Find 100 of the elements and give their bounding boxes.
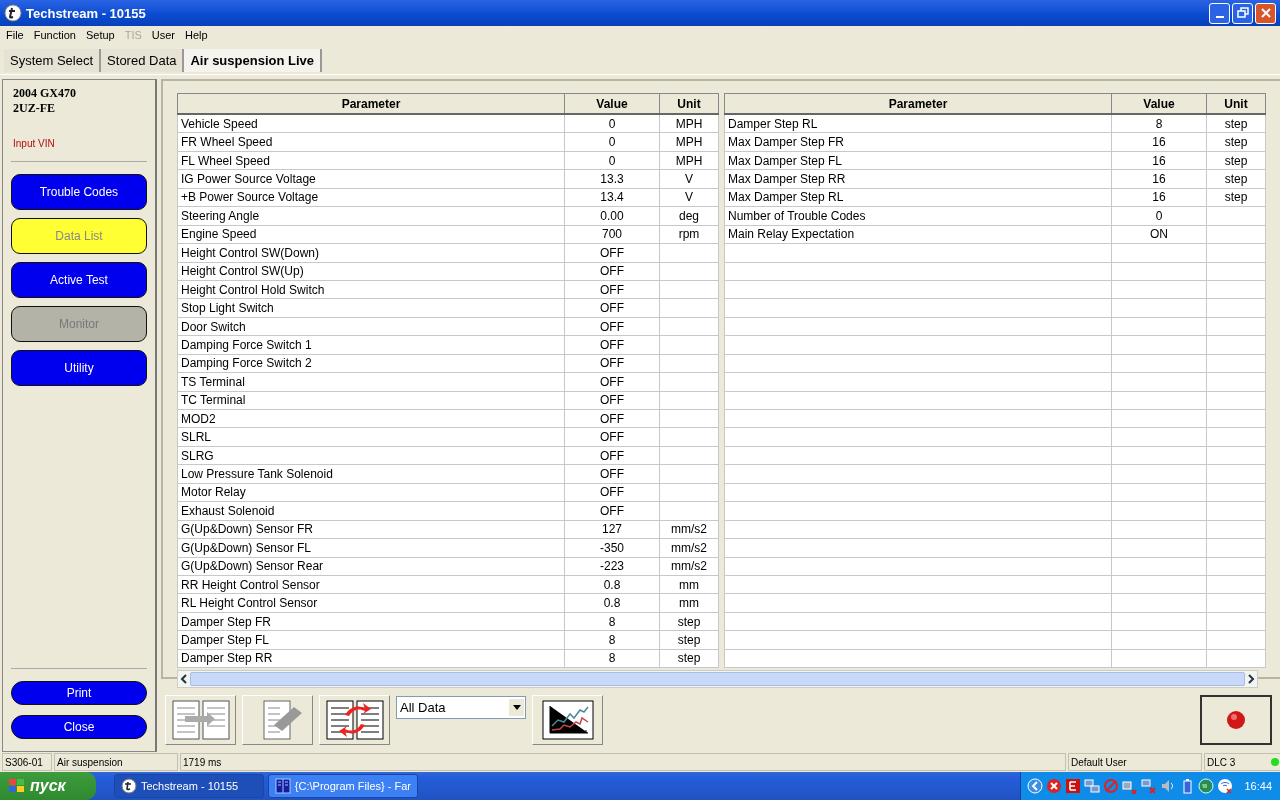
column-header: Parameter (177, 93, 565, 114)
record-icon (1226, 710, 1246, 730)
table-cell: OFF (564, 501, 660, 521)
table-cell: 700 (564, 225, 660, 244)
error-icon[interactable] (1046, 778, 1063, 794)
table-cell: MPH (659, 114, 719, 133)
start-button[interactable]: пуск (0, 772, 96, 800)
column-header: Value (564, 93, 660, 114)
table-cell: IG Power Source Voltage (177, 169, 565, 189)
table-cell: Damper Step RR (177, 649, 565, 668)
collapse-tray-icon[interactable] (1027, 778, 1044, 794)
taskbar-button[interactable]: Techstream - 10155 (114, 774, 264, 798)
table-cell: V (659, 188, 719, 207)
close-button[interactable] (1255, 2, 1276, 24)
table-cell: step (659, 630, 719, 650)
table-cell: step (1206, 151, 1266, 170)
tab[interactable]: Stored Data (101, 49, 185, 72)
table-cell: +B Power Source Voltage (177, 188, 565, 207)
line-chart-icon (541, 700, 594, 740)
table-cell: 16 (1111, 188, 1207, 207)
table-cell: G(Up&Down) Sensor FR (177, 520, 565, 539)
network-icon[interactable] (1141, 778, 1158, 794)
table-cell: 0 (1111, 206, 1207, 226)
table-cell: mm (659, 575, 719, 594)
table-cell: 13.3 (564, 169, 660, 189)
table-cell: step (659, 649, 719, 668)
table-cell: OFF (564, 262, 660, 281)
table-cell: 127 (564, 520, 660, 539)
table-cell: 0.8 (564, 575, 660, 594)
action-button[interactable]: Print (11, 681, 147, 705)
letter-tile-icon[interactable] (1065, 778, 1082, 794)
table-cell: 0.00 (564, 206, 660, 226)
table-cell: 8 (564, 649, 660, 668)
restore-icon (1236, 7, 1249, 19)
action-button[interactable]: Close (11, 715, 147, 739)
nav-button[interactable]: Trouble Codes (11, 174, 147, 210)
record-button[interactable] (1200, 695, 1272, 745)
swap-list-button[interactable] (319, 695, 390, 745)
table-cell: Motor Relay (177, 483, 565, 502)
tab[interactable]: System Select (4, 49, 102, 72)
table-cell: step (1206, 169, 1266, 189)
table-cell: step (1206, 188, 1266, 207)
tab[interactable]: Air suspension Live (184, 49, 322, 72)
data-filter-dropdown[interactable]: All Data (396, 696, 526, 719)
table-cell: rpm (659, 225, 719, 244)
table-cell: FR Wheel Speed (177, 132, 565, 152)
menu-item[interactable]: File (2, 29, 30, 41)
status-connection: DLC 3 (1207, 756, 1236, 768)
table-cell: mm/s2 (659, 520, 719, 539)
column-header: Value (1111, 93, 1207, 114)
table-cell: Height Control Hold Switch (177, 280, 565, 299)
menu-item[interactable]: User (147, 29, 182, 41)
table-cell: OFF (564, 427, 660, 447)
table-cell: Exhaust Solenoid (177, 501, 565, 521)
maximize-button[interactable] (1232, 2, 1253, 24)
table-cell: Steering Angle (177, 206, 565, 226)
status-user: Default User (1068, 753, 1202, 771)
nav-button[interactable]: Active Test (11, 262, 147, 298)
table-cell: Damper Step FL (177, 630, 565, 650)
table-cell: Max Damper Step FL (724, 151, 1112, 170)
globe-icon[interactable] (1198, 778, 1215, 794)
wifi-icon[interactable] (1217, 778, 1234, 794)
nav-button[interactable]: Data List (11, 218, 147, 254)
table-cell: mm (659, 593, 719, 613)
table-cell: Damping Force Switch 1 (177, 335, 565, 355)
network-icon[interactable] (1084, 778, 1101, 794)
table-cell: Vehicle Speed (177, 114, 565, 133)
transfer-list-button[interactable] (165, 695, 236, 745)
graph-button[interactable] (532, 695, 603, 745)
table-cell: 13.4 (564, 188, 660, 207)
menu-item[interactable]: Function (29, 29, 82, 41)
table-cell: ON (1111, 225, 1207, 244)
status-time: 1719 ms (180, 753, 1066, 771)
vehicle-model: 2004 GX470 (12, 86, 77, 101)
table-cell: TS Terminal (177, 372, 565, 392)
dropdown-caret-icon (512, 705, 521, 710)
taskbar-button[interactable]: {C:\Program Files} - Far (268, 774, 418, 798)
table-cell: 0 (564, 151, 660, 170)
nav-button[interactable]: Utility (11, 350, 147, 386)
windows-flag-icon (8, 778, 26, 794)
minimize-button[interactable] (1209, 2, 1230, 24)
table-cell: 16 (1111, 169, 1207, 189)
table-cell: Stop Light Switch (177, 298, 565, 318)
menu-item[interactable]: Setup (81, 29, 121, 41)
menu-item[interactable]: Help (181, 29, 214, 41)
input-vin-link[interactable]: Input VIN (11, 138, 147, 149)
horizontal-scrollbar[interactable] (177, 670, 1258, 689)
table-cell: -350 (564, 538, 660, 557)
table-cell: Low Pressure Tank Solenoid (177, 464, 565, 484)
wireless-icon[interactable] (1122, 778, 1139, 794)
table-cell: Damper Step FR (177, 612, 565, 631)
table-cell: V (659, 169, 719, 189)
record-list-button[interactable] (242, 695, 313, 745)
column-header: Unit (659, 93, 719, 114)
minimize-icon (1215, 16, 1224, 18)
table-cell: 8 (1111, 114, 1207, 133)
scroll-thumb[interactable] (190, 672, 1245, 687)
list-swap-icon (324, 699, 385, 741)
table-cell: Engine Speed (177, 225, 565, 244)
table-cell: 16 (1111, 132, 1207, 152)
